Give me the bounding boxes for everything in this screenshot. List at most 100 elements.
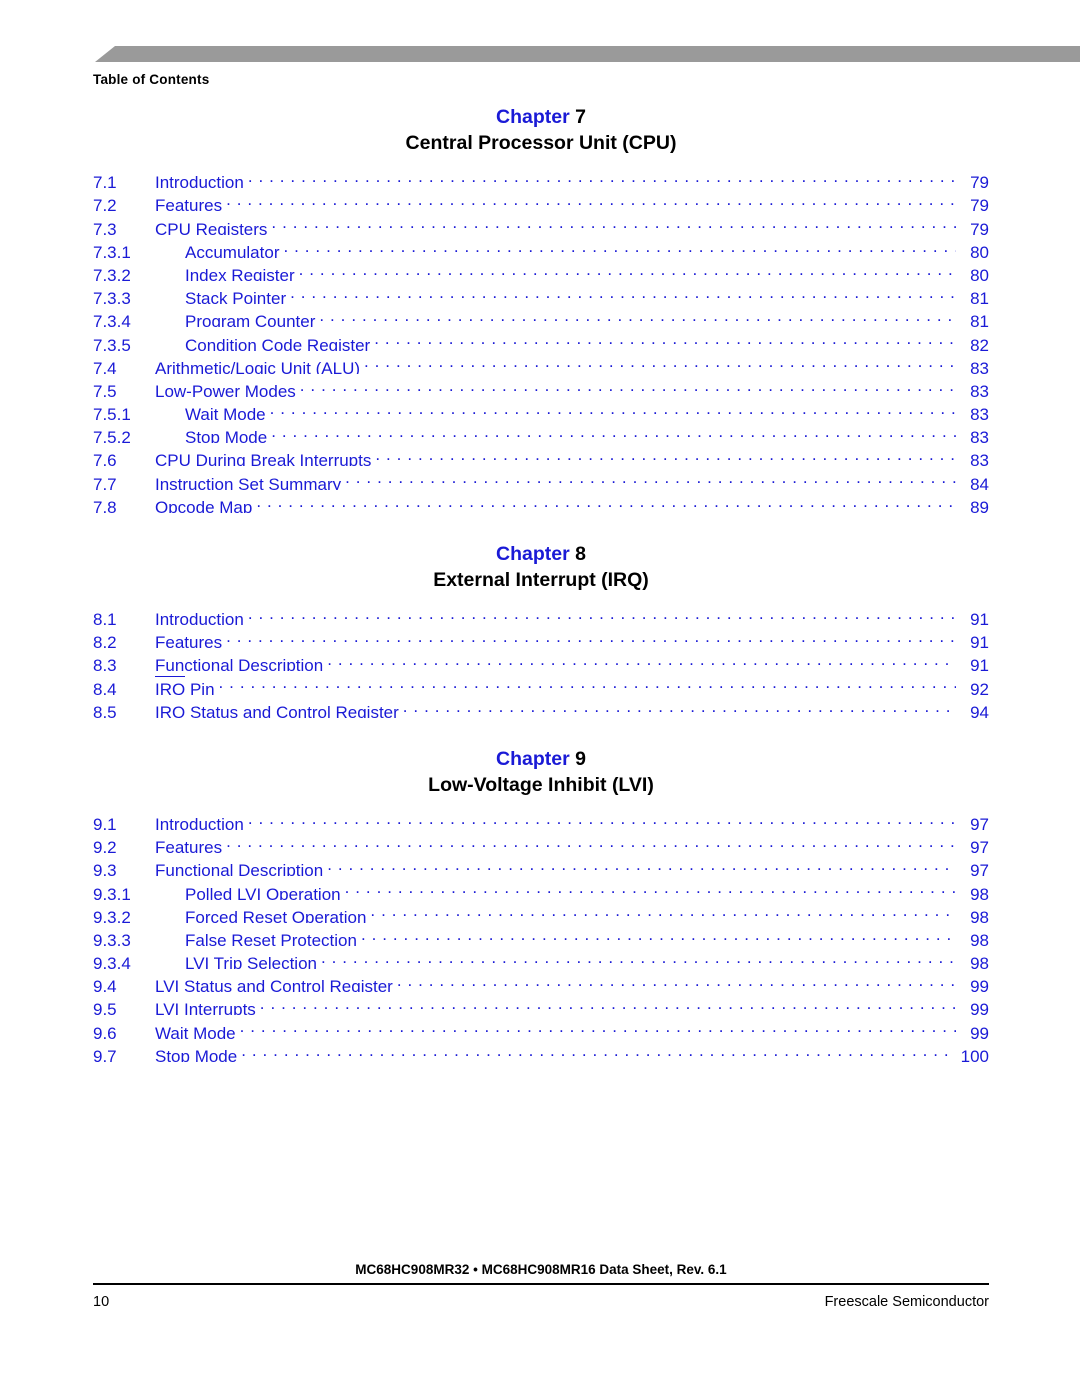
toc-leader-dots <box>327 648 956 671</box>
toc-entry-page-number: 99 <box>970 977 989 993</box>
toc-entry[interactable]: 9.7 Stop Mode 100 <box>93 1039 989 1062</box>
toc-entry-page-number: 97 <box>970 838 989 854</box>
toc-entry-label: Wait Mode <box>185 405 266 421</box>
footer-document-title: MC68HC908MR32 • MC68HC908MR16 Data Sheet… <box>355 1262 727 1277</box>
toc-entry-number: 9.7 <box>93 1046 117 1062</box>
toc-entry-label: Introduction <box>155 173 244 189</box>
toc-leader-dots <box>361 923 956 946</box>
toc-entry[interactable]: 7.5.1 Wait Mode 83 <box>93 397 989 420</box>
toc-entry[interactable]: 9.3.3 False Reset Protection 98 <box>93 923 989 946</box>
toc-entry[interactable]: 9.3 Functional Description 97 <box>93 853 989 876</box>
toc-entry[interactable]: 7.2 Features 79 <box>93 188 989 211</box>
toc-entry-page-number: 99 <box>970 1023 989 1039</box>
toc-entry-label: LVI Interrupts <box>155 1000 256 1016</box>
toc-leader-dots <box>226 830 956 853</box>
toc-entry[interactable]: 9.4 LVI Status and Control Register 99 <box>93 969 989 992</box>
toc-entry[interactable]: 9.6 Wait Mode 99 <box>93 1015 989 1038</box>
toc-entry[interactable]: 7.4 Arithmetic/Logic Unit (ALU) 83 <box>93 351 989 374</box>
chapter-number: 9 <box>575 747 586 770</box>
toc-entry[interactable]: 7.3.2 Index Register 80 <box>93 258 989 281</box>
toc-entry[interactable]: 7.3 CPU Registers 79 <box>93 211 989 234</box>
toc-entry-label: Features <box>155 633 223 649</box>
chapter-heading: Chapter 9 Low-Voltage Inhibit (LVI) <box>93 746 989 798</box>
toc-entry-label: Opcode Map <box>155 497 253 513</box>
chapter-spacer <box>93 513 989 541</box>
toc-entry-page-number: 89 <box>970 497 989 513</box>
toc-entry-page-number: 83 <box>970 451 989 467</box>
toc-entry-label: False Reset Protection <box>185 930 357 946</box>
toc-entry[interactable]: 7.6 CPU During Break Interrupts 83 <box>93 443 989 466</box>
toc-leader-dots <box>345 876 956 899</box>
toc-entry-label: IRQ Status and Control Register <box>155 702 399 718</box>
toc-entry-page-number: 83 <box>970 428 989 444</box>
toc-entry-number: 9.3.4 <box>93 954 131 970</box>
chapter-word: Chapter <box>496 747 570 770</box>
toc-leader-dots <box>321 946 956 969</box>
toc-leader-dots <box>248 807 956 830</box>
toc-entry[interactable]: 7.3.4 Program Counter 81 <box>93 304 989 327</box>
toc-entry[interactable]: 7.7 Instruction Set Summary 84 <box>93 466 989 489</box>
toc-entry-label: Stack Pointer <box>185 289 287 305</box>
toc-entry[interactable]: 9.3.1 Polled LVI Operation 98 <box>93 876 989 899</box>
toc-entry-label: Features <box>155 838 223 854</box>
toc-entry[interactable]: 8.4 IRQ Pin 92 <box>93 671 989 694</box>
toc-entry[interactable]: 9.3.2 Forced Reset Operation 98 <box>93 900 989 923</box>
toc-entry-number: 7.3 <box>93 219 117 235</box>
toc-leader-dots <box>345 466 956 489</box>
toc-content: Chapter 7 Central Processor Unit (CPU) 7.1… <box>93 104 989 1062</box>
toc-entry[interactable]: 9.2 Features 97 <box>93 830 989 853</box>
toc-leader-dots <box>403 695 956 718</box>
toc-entry[interactable]: 7.8 Opcode Map 89 <box>93 490 989 513</box>
toc-entry-page-number: 100 <box>960 1046 989 1062</box>
toc-leader-dots <box>283 235 956 258</box>
toc-entry-page-number: 79 <box>970 173 989 189</box>
toc-entry[interactable]: 8.2 Features 91 <box>93 625 989 648</box>
toc-entry-number: 7.3.1 <box>93 242 131 258</box>
toc-entry-number: 9.1 <box>93 814 117 830</box>
toc-entry-label: LVI Trip Selection <box>185 954 317 970</box>
toc-entry-label: LVI Status and Control Register <box>155 977 393 993</box>
toc-entry[interactable]: 9.1 Introduction 97 <box>93 807 989 830</box>
toc-entry-number: 7.7 <box>93 474 117 490</box>
toc-entry-number: 8.4 <box>93 679 117 695</box>
toc-entry-label: Features <box>155 196 223 212</box>
toc-leader-dots <box>300 374 956 397</box>
toc-entry[interactable]: 8.3 Functional Description 91 <box>93 648 989 671</box>
toc-entry-label: Wait Mode <box>155 1023 236 1039</box>
toc-entry-number: 7.1 <box>93 173 117 189</box>
toc-entry-number: 8.5 <box>93 702 117 718</box>
toc-entry-number: 7.3.5 <box>93 335 131 351</box>
toc-leader-dots <box>271 211 956 234</box>
toc-entry-number: 8.3 <box>93 656 117 672</box>
toc-entry-page-number: 82 <box>970 335 989 351</box>
toc-entry[interactable]: 8.1 Introduction 91 <box>93 602 989 625</box>
toc-leader-dots <box>319 304 956 327</box>
toc-entry[interactable]: 7.5.2 Stop Mode 83 <box>93 420 989 443</box>
toc-entry-number: 9.3 <box>93 861 117 877</box>
toc-entry[interactable]: 7.5 Low-Power Modes 83 <box>93 374 989 397</box>
toc-entry[interactable]: 7.1 Introduction 79 <box>93 165 989 188</box>
toc-leader-dots <box>327 853 956 876</box>
toc-entry[interactable]: 8.5 IRQ Status and Control Register 94 <box>93 695 989 718</box>
chapter-number: 7 <box>575 106 586 128</box>
toc-entry-page-number: 80 <box>970 265 989 281</box>
toc-entry-page-number: 83 <box>970 405 989 421</box>
chapter-line: Chapter 8 <box>93 541 989 567</box>
toc-entry-label: Introduction <box>155 610 244 625</box>
toc-entry[interactable]: 7.3.1 Accumulator 80 <box>93 235 989 258</box>
toc-entry-number: 7.5.2 <box>93 428 131 444</box>
toc-leader-dots <box>397 969 956 992</box>
toc-entry[interactable]: 7.3.3 Stack Pointer 81 <box>93 281 989 304</box>
toc-entry[interactable]: 9.5 LVI Interrupts 99 <box>93 992 989 1015</box>
toc-entry-page-number: 81 <box>970 312 989 328</box>
document-page: Table of Contents Chapter 7 Central Proce… <box>0 0 1080 1397</box>
toc-leader-dots <box>240 1015 956 1038</box>
chapter-line: Chapter 7 <box>93 104 989 130</box>
toc-entry-number: 8.1 <box>93 610 117 625</box>
toc-entry-page-number: 91 <box>970 610 989 625</box>
toc-entry-page-number: 91 <box>970 656 989 672</box>
toc-entry[interactable]: 9.3.4 LVI Trip Selection 98 <box>93 946 989 969</box>
toc-entry-label: Polled LVI Operation <box>185 884 341 900</box>
toc-entry-page-number: 98 <box>970 907 989 923</box>
toc-entry[interactable]: 7.3.5 Condition Code Register 82 <box>93 327 989 350</box>
